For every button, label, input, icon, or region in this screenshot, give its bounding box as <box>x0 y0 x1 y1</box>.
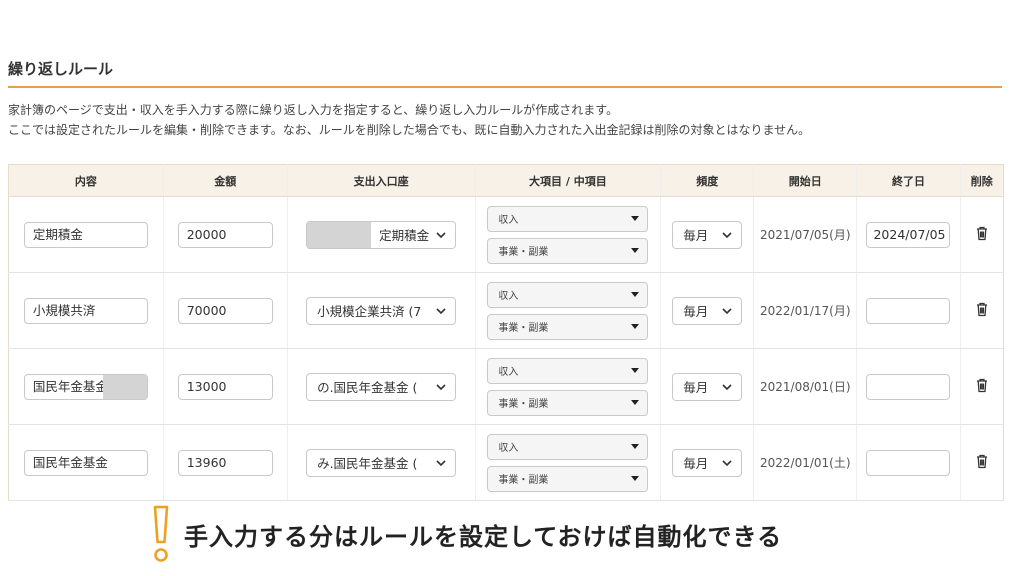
header-end-date: 終了日 <box>856 164 961 197</box>
account-select[interactable]: 小規模企業共済 (7 <box>306 296 457 325</box>
callout-text: 手入力する分はルールを設定しておけば自動化できる <box>184 522 783 551</box>
major-category-value: 収入 <box>498 291 519 302</box>
start-date: 2022/01/01(土) <box>760 456 851 470</box>
account-select-value: 小規模企業共済 (7 <box>317 304 422 319</box>
start-date: 2022/01/17(月) <box>760 304 851 318</box>
frequency-select[interactable]: 毎月 <box>672 296 743 325</box>
major-category-select[interactable]: 収入 <box>487 281 649 308</box>
frequency-value: 毎月 <box>683 228 709 243</box>
minor-category-select[interactable]: 事業・副業 <box>487 465 649 492</box>
dropdown-arrow-icon <box>631 324 640 329</box>
frequency-select[interactable]: 毎月 <box>672 448 743 477</box>
amount-input[interactable]: 70000 <box>177 297 273 324</box>
major-category-select[interactable]: 収入 <box>487 205 649 232</box>
minor-category-select[interactable]: 事業・副業 <box>487 237 649 264</box>
major-category-select[interactable]: 収入 <box>487 433 649 460</box>
dropdown-arrow-icon <box>631 368 640 373</box>
frequency-select[interactable]: 毎月 <box>672 220 743 249</box>
trash-icon[interactable] <box>975 453 989 469</box>
table-row: 国民年金基金の 13000 の.国民年金基金 ( 収入 事業・副業 毎月 202… <box>8 348 1005 425</box>
redacted-block <box>307 221 372 248</box>
section-title: 繰り返しルール <box>8 60 114 78</box>
minor-category-value: 事業・副業 <box>498 247 549 258</box>
chevron-down-icon <box>436 459 446 466</box>
dropdown-arrow-icon <box>631 476 640 481</box>
table-header-row: 内容 金額 支出入口座 大項目 / 中項目 頻度 開始日 終了日 削除 <box>8 164 1005 197</box>
account-select[interactable]: み.国民年金基金 ( <box>306 448 457 477</box>
end-date-input[interactable] <box>866 297 951 324</box>
account-select[interactable]: の.国民年金基金 ( <box>306 372 457 401</box>
trash-icon[interactable] <box>975 225 989 241</box>
callout-note: 手入力する分はルールを設定しておけば自動化できる <box>148 504 782 564</box>
end-date-input[interactable] <box>866 449 951 476</box>
content-input[interactable]: 定期積金 <box>23 221 148 248</box>
dropdown-arrow-icon <box>631 400 640 405</box>
recurring-rules-table: 内容 金額 支出入口座 大項目 / 中項目 頻度 開始日 終了日 削除 定期積金… <box>8 164 1005 501</box>
minor-category-value: 事業・副業 <box>498 475 549 486</box>
frequency-select[interactable]: 毎月 <box>672 372 743 401</box>
account-select-value: み.国民年金基金 ( <box>317 456 418 471</box>
header-frequency: 頻度 <box>660 164 755 197</box>
header-start-date: 開始日 <box>753 164 858 197</box>
chevron-down-icon <box>436 307 446 314</box>
dropdown-arrow-icon <box>631 248 640 253</box>
trash-icon[interactable] <box>975 301 989 317</box>
account-select[interactable]: 定期積金 <box>306 220 457 249</box>
dropdown-arrow-icon <box>631 292 640 297</box>
description-line-1: 家計簿のページで支出・収入を手入力する際に繰り返し入力を指定すると、繰り返し入力… <box>8 103 619 117</box>
major-category-value: 収入 <box>498 215 519 226</box>
start-date: 2021/07/05(月) <box>760 228 851 242</box>
trash-icon[interactable] <box>975 377 989 393</box>
chevron-down-icon <box>436 383 446 390</box>
frequency-value: 毎月 <box>683 380 709 395</box>
amount-input[interactable]: 13960 <box>177 449 273 476</box>
end-date-input[interactable]: 2024/07/05 <box>866 221 951 248</box>
table-row: 国民年金基金 13960 み.国民年金基金 ( 収入 事業・副業 毎月 2022… <box>8 424 1005 501</box>
chevron-down-icon <box>722 231 732 238</box>
minor-category-value: 事業・副業 <box>498 323 549 334</box>
redacted-block <box>102 374 147 399</box>
content-input[interactable]: 国民年金基金 <box>23 449 148 476</box>
chevron-down-icon <box>436 231 446 238</box>
table-row: 小規模共済 70000 小規模企業共済 (7 収入 事業・副業 毎月 2022/… <box>8 272 1005 349</box>
chevron-down-icon <box>722 307 732 314</box>
major-category-value: 収入 <box>498 367 519 378</box>
major-category-value: 収入 <box>498 443 519 454</box>
amount-input[interactable]: 20000 <box>177 221 273 248</box>
end-date-input[interactable] <box>866 373 951 400</box>
header-delete: 削除 <box>960 164 1005 197</box>
content-input[interactable]: 国民年金基金の <box>23 373 148 400</box>
header-category: 大項目 / 中項目 <box>475 164 662 197</box>
frequency-value: 毎月 <box>683 304 709 319</box>
description-line-2: ここでは設定されたルールを編集・削除できます。なお、ルールを削除した場合でも、既… <box>8 123 811 137</box>
content-input[interactable]: 小規模共済 <box>23 297 148 324</box>
table-row: 定期積金 20000 定期積金 収入 事業・副業 毎月 2021/07/05(月… <box>8 196 1005 273</box>
header-account: 支出入口座 <box>287 164 476 197</box>
chevron-down-icon <box>722 383 732 390</box>
frequency-value: 毎月 <box>683 456 709 471</box>
header-amount: 金額 <box>163 164 288 197</box>
chevron-down-icon <box>722 459 732 466</box>
header-content: 内容 <box>8 164 164 197</box>
major-category-select[interactable]: 収入 <box>487 357 649 384</box>
dropdown-arrow-icon <box>631 444 640 449</box>
minor-category-value: 事業・副業 <box>498 399 549 410</box>
section-title-rule <box>8 86 1002 88</box>
start-date: 2021/08/01(日) <box>760 380 851 394</box>
exclamation-icon <box>153 505 169 562</box>
account-select-value: の.国民年金基金 ( <box>317 380 418 395</box>
dropdown-arrow-icon <box>631 216 640 221</box>
minor-category-select[interactable]: 事業・副業 <box>487 313 649 340</box>
amount-input[interactable]: 13000 <box>177 373 273 400</box>
minor-category-select[interactable]: 事業・副業 <box>487 389 649 416</box>
